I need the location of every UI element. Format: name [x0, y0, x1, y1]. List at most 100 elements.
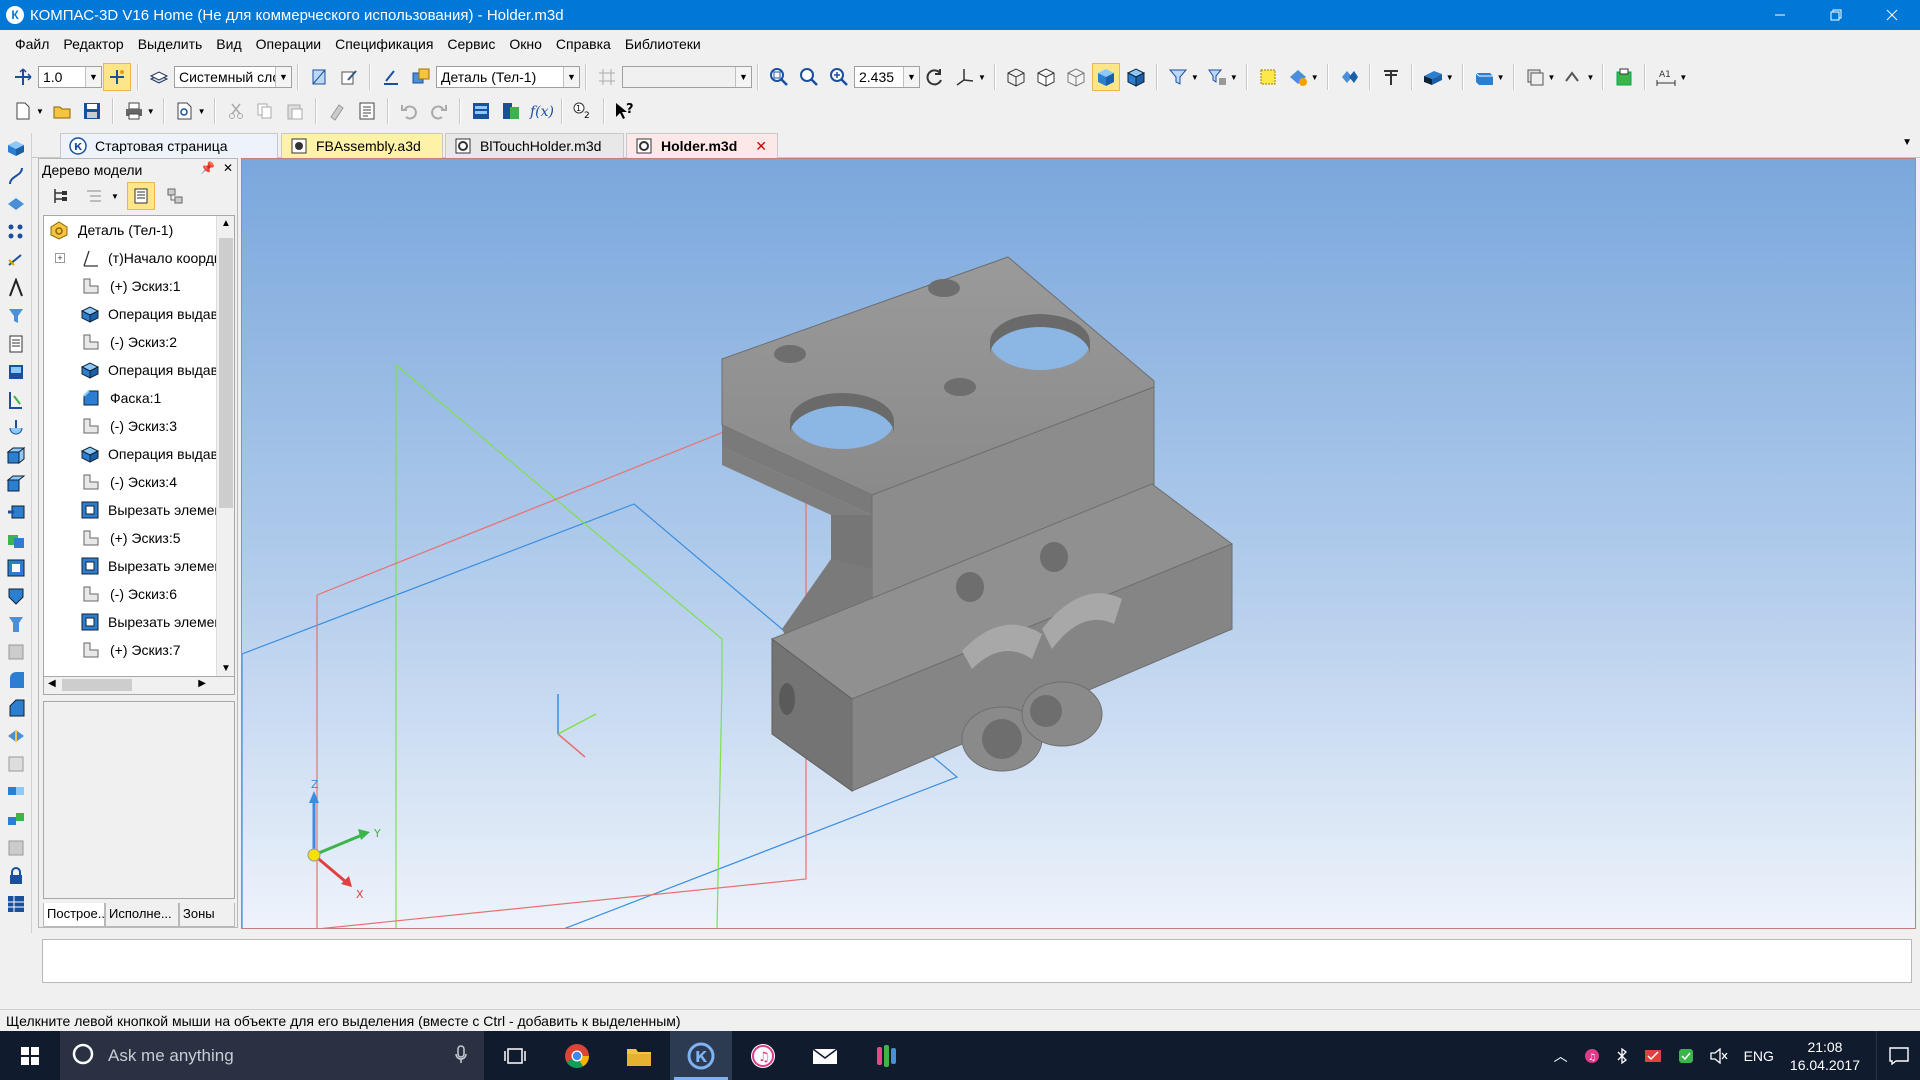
chevron-down-icon[interactable]: ▼	[147, 107, 155, 116]
snap-step-icon[interactable]	[9, 63, 37, 91]
chevron-down-icon[interactable]: ▼	[1586, 73, 1594, 82]
tree-item[interactable]: + (т)Начало координат	[44, 244, 234, 272]
tree-item[interactable]: Операция выдавливания:1	[44, 300, 234, 328]
search-input[interactable]: Ask me anything	[60, 1031, 484, 1080]
model-canvas[interactable]: Z Y X	[242, 159, 1916, 929]
holder-part[interactable]	[721, 256, 1234, 792]
chevron-down-icon[interactable]: ▼	[36, 107, 44, 116]
snap-toggle-icon[interactable]	[103, 63, 131, 91]
shaded-edges-icon[interactable]	[1122, 63, 1150, 91]
variables-icon[interactable]	[1559, 63, 1587, 91]
chevron-down-icon[interactable]: ▼	[1311, 73, 1319, 82]
lock-icon[interactable]	[3, 863, 29, 889]
tree-vertical-scrollbar[interactable]: ▲ ▼	[216, 216, 234, 676]
language-indicator[interactable]: ENG	[1744, 1048, 1774, 1064]
layer-icon[interactable]	[145, 63, 173, 91]
cut-extrude-icon[interactable]	[3, 555, 29, 581]
part-combo[interactable]: Деталь (Тел-1) ▼	[436, 66, 580, 88]
diagnostics-icon[interactable]	[3, 303, 29, 329]
rib-icon[interactable]	[3, 723, 29, 749]
measure-icon[interactable]	[1335, 63, 1363, 91]
tab-fbassembly[interactable]: FBAssembly.a3d	[281, 133, 443, 158]
tree-structure-icon[interactable]	[46, 182, 74, 210]
security-icon[interactable]	[1678, 1048, 1694, 1064]
tab-zones[interactable]: Зоны	[179, 903, 235, 927]
expand-icon[interactable]: +	[55, 253, 65, 263]
new-file-icon[interactable]	[9, 97, 37, 125]
shell-icon[interactable]	[3, 751, 29, 777]
pattern-icon[interactable]	[3, 807, 29, 833]
numbering-icon[interactable]: 12	[569, 97, 597, 125]
chevron-down-icon[interactable]: ▼	[1230, 73, 1238, 82]
rotate-icon[interactable]	[921, 63, 949, 91]
step-combo[interactable]: 1.0 ▼	[38, 66, 102, 88]
property-icon[interactable]	[377, 63, 405, 91]
chevron-down-icon[interactable]: ▼	[1191, 73, 1199, 82]
tree-order-icon[interactable]	[126, 182, 155, 210]
mirror-icon[interactable]	[3, 779, 29, 805]
preview-icon[interactable]	[171, 97, 199, 125]
tree-item[interactable]: (+) Эскиз:7	[44, 636, 234, 664]
tree-item[interactable]: Вырезать элемент выдавливания:2	[44, 552, 234, 580]
tree-list-icon[interactable]	[80, 182, 108, 210]
zoom-window-icon[interactable]	[765, 63, 793, 91]
tree-item[interactable]: Вырезать элемент выдавливания:1	[44, 496, 234, 524]
tree-item[interactable]: (-) Эскиз:6	[44, 580, 234, 608]
hole-icon[interactable]	[3, 611, 29, 637]
extrude-tool-icon[interactable]	[3, 443, 29, 469]
zoom-all-icon[interactable]	[795, 63, 823, 91]
part-select-icon[interactable]	[407, 63, 435, 91]
undo-icon[interactable]	[395, 97, 423, 125]
zoom-combo[interactable]: 2.435 ▼	[854, 66, 920, 88]
blank-combo[interactable]: ▼	[622, 66, 752, 88]
selection-filter-icon[interactable]	[1284, 63, 1312, 91]
menu-operations[interactable]: Операции	[249, 36, 329, 52]
redo-icon[interactable]	[425, 97, 453, 125]
chevron-down-icon[interactable]: ▼	[221, 663, 231, 674]
tree-horizontal-scrollbar[interactable]: ◀ ▶	[43, 677, 235, 695]
menu-service[interactable]: Сервис	[440, 36, 502, 52]
library-manager-icon[interactable]	[497, 97, 525, 125]
menu-specification[interactable]: Спецификация	[328, 36, 440, 52]
edit-part-icon[interactable]	[335, 63, 363, 91]
kinematic-icon[interactable]	[3, 499, 29, 525]
properties-icon[interactable]	[353, 97, 381, 125]
wireframe-icon[interactable]	[1002, 63, 1030, 91]
chevron-left-icon[interactable]: ◀	[48, 678, 56, 689]
print-icon[interactable]	[120, 97, 148, 125]
windows-start-icon[interactable]	[0, 1031, 60, 1080]
open-file-icon[interactable]	[48, 97, 76, 125]
chamfer-tool-icon[interactable]	[3, 695, 29, 721]
tree-item[interactable]: (-) Эскиз:4	[44, 468, 234, 496]
3d-viewport[interactable]: Z Y X	[241, 158, 1916, 929]
mass-properties-icon[interactable]	[1610, 63, 1638, 91]
chevron-down-icon[interactable]: ▼	[1902, 137, 1912, 148]
scroll-thumb[interactable]	[62, 679, 132, 691]
dimension-icon[interactable]: A1	[1652, 63, 1680, 91]
shaded-icon[interactable]	[1091, 63, 1120, 91]
kompas-taskbar-icon[interactable]: К	[670, 1031, 732, 1080]
maximize-button[interactable]	[1808, 0, 1864, 30]
chevron-down-icon[interactable]: ▼	[111, 192, 119, 201]
hidden-lines-icon[interactable]	[1032, 63, 1060, 91]
tree-item[interactable]: Операция выдавливания:2	[44, 356, 234, 384]
tables-icon[interactable]	[3, 891, 29, 917]
bluetooth-icon[interactable]	[1616, 1047, 1628, 1064]
app-icon[interactable]	[856, 1031, 918, 1080]
chevron-down-icon[interactable]: ▼	[1548, 73, 1556, 82]
menu-editor[interactable]: Редактор	[56, 36, 130, 52]
itunes-tray-icon[interactable]: ♫	[1584, 1048, 1600, 1064]
chevron-up-icon[interactable]: ︿	[1554, 1046, 1568, 1066]
sheet-body-icon[interactable]	[3, 275, 29, 301]
surfaces-icon[interactable]	[3, 191, 29, 217]
pin-icon[interactable]: 📌	[200, 161, 215, 175]
arrays-icon[interactable]	[3, 219, 29, 245]
volume-muted-icon[interactable]	[1709, 1047, 1728, 1064]
menu-libraries[interactable]: Библиотеки	[618, 36, 708, 52]
chevron-down-icon[interactable]: ▼	[198, 107, 206, 116]
scroll-thumb[interactable]	[219, 238, 233, 508]
tree-item[interactable]: (+) Эскиз:5	[44, 524, 234, 552]
filter-hide-icon[interactable]	[1203, 63, 1231, 91]
tree-item[interactable]: Фаска:1	[44, 384, 234, 412]
format-paint-icon[interactable]	[323, 97, 351, 125]
